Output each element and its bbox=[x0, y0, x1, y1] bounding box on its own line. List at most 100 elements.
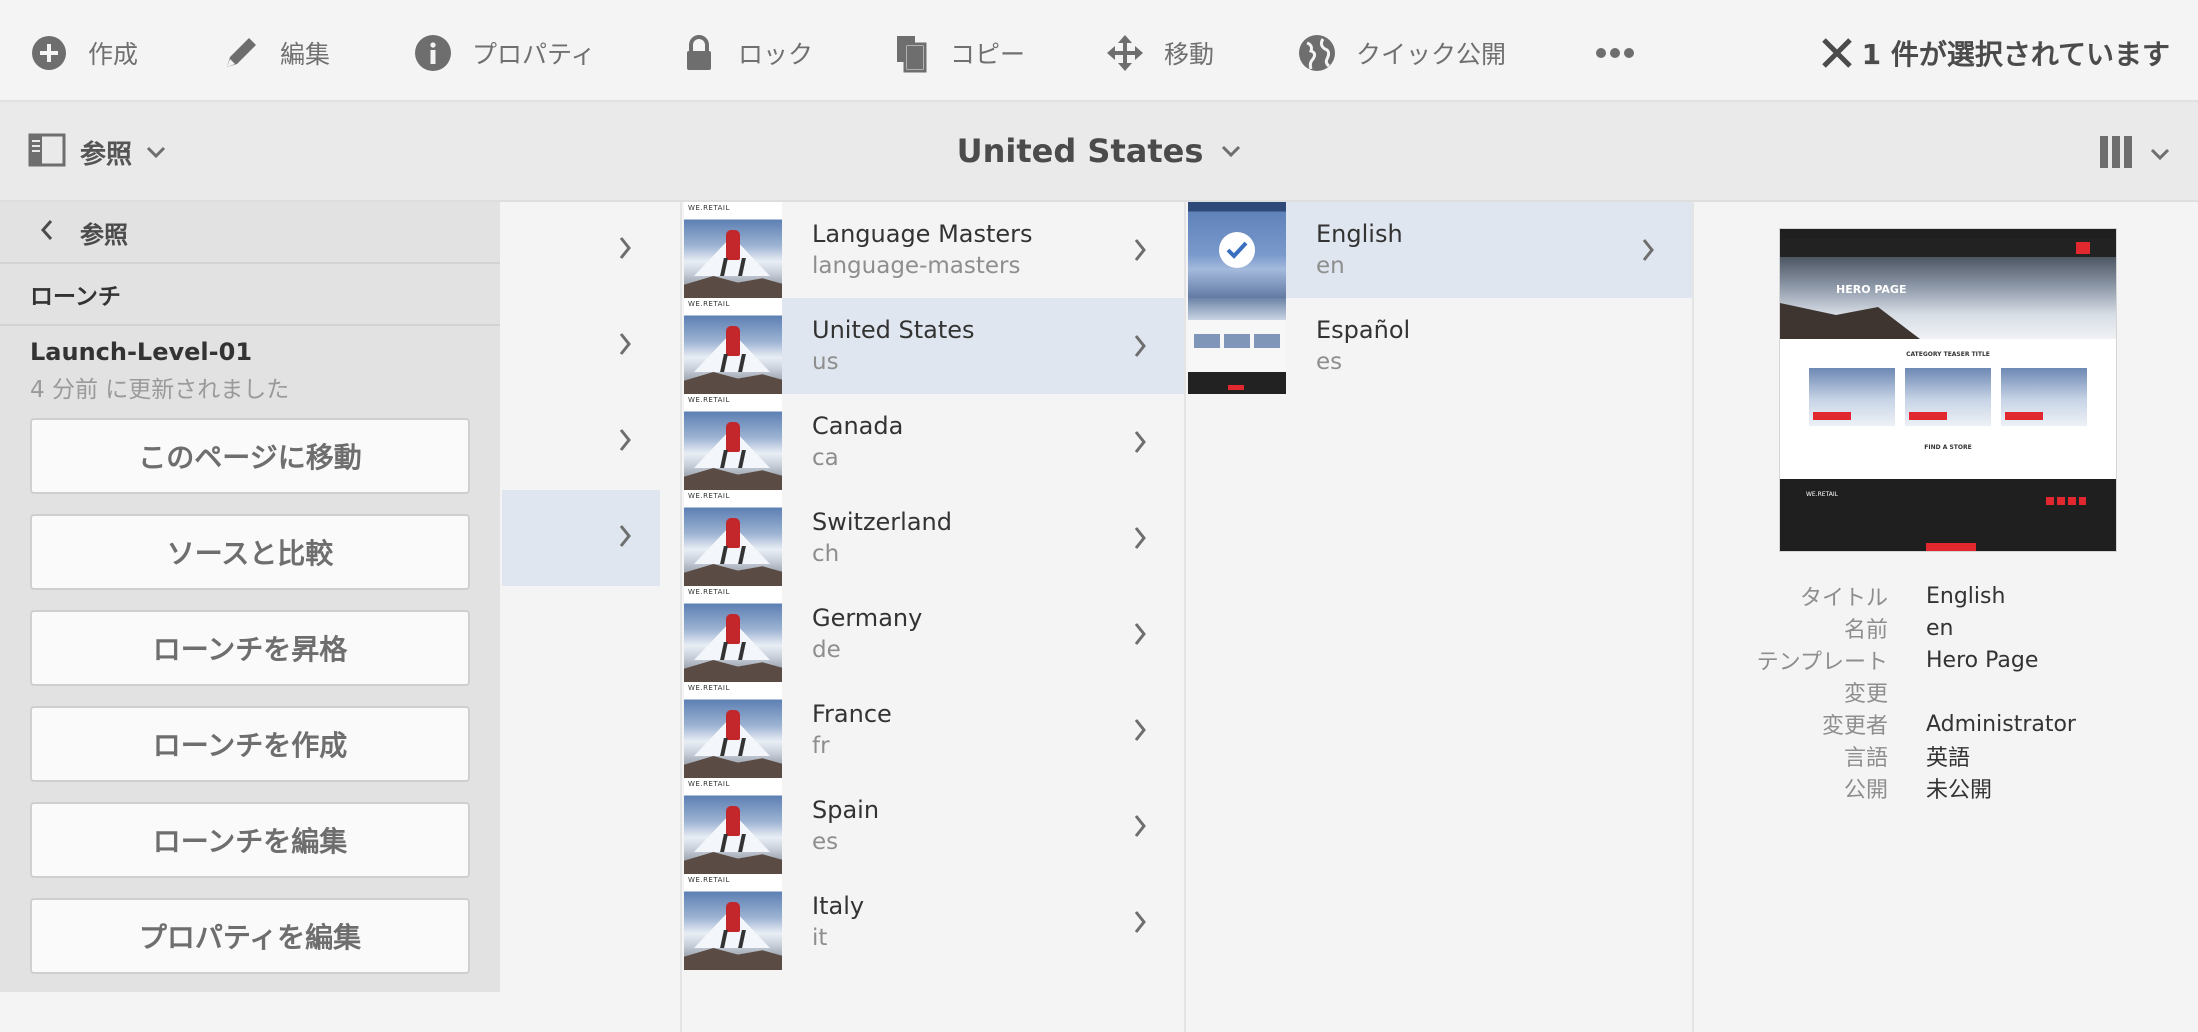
quick-publish-button[interactable]: クイック公開 bbox=[1296, 30, 1506, 76]
preview-store-title: FIND A STORE bbox=[1924, 444, 1972, 451]
move-label: 移動 bbox=[1164, 40, 1215, 69]
chevron-down-icon bbox=[1221, 142, 1241, 161]
list-item-language-masters[interactable]: WE.RETAIL Language Masters language-maste… bbox=[684, 202, 1184, 298]
item-title: Germany bbox=[812, 604, 923, 632]
rail-back-label: 参照 bbox=[80, 220, 128, 249]
thumbnail-brand: WE.RETAIL bbox=[688, 396, 730, 404]
move-button[interactable]: 移動 bbox=[1104, 30, 1214, 76]
meta-key: 変更者 bbox=[1821, 714, 1888, 739]
create-launch-button[interactable]: ローンチを作成 bbox=[30, 706, 470, 782]
pencil-icon bbox=[220, 32, 262, 74]
edit-button[interactable]: 編集 bbox=[220, 30, 330, 76]
chevron-right-icon bbox=[618, 236, 632, 264]
create-label: 作成 bbox=[88, 40, 139, 69]
list-item-spain[interactable]: WE.RETAIL Spain es bbox=[684, 778, 1184, 874]
column-1 bbox=[502, 202, 682, 1032]
thumbnail-brand: WE.RETAIL bbox=[688, 204, 730, 212]
lock-icon bbox=[678, 32, 720, 74]
item-title: France bbox=[812, 700, 892, 728]
item-title: Español bbox=[1316, 316, 1411, 344]
chevron-right-icon bbox=[618, 524, 632, 552]
meta-key: テンプレート bbox=[1756, 650, 1888, 675]
close-icon[interactable] bbox=[1818, 34, 1856, 72]
meta-key: 言語 bbox=[1843, 746, 1888, 771]
edit-properties-button[interactable]: プロパティを編集 bbox=[30, 898, 470, 974]
view-switcher[interactable] bbox=[2098, 134, 2170, 174]
lock-button[interactable]: ロック bbox=[678, 30, 813, 76]
globe-icon bbox=[1296, 32, 1338, 74]
column-1-item-active[interactable] bbox=[502, 490, 660, 586]
thumbnail-brand: WE.RETAIL bbox=[688, 876, 730, 884]
left-rail: 参照 ローンチ Launch-Level-01 4 分前 に更新されました この… bbox=[0, 202, 500, 992]
page-thumbnail: WE.RETAIL bbox=[684, 874, 782, 970]
list-item-italy[interactable]: WE.RETAIL Italy it bbox=[684, 874, 1184, 970]
more-icon bbox=[1594, 32, 1636, 74]
item-name: es bbox=[1316, 349, 1343, 375]
properties-label: プロパティ bbox=[472, 40, 596, 69]
meta-value: 未公開 bbox=[1926, 778, 1993, 803]
page-thumbnail: WE.RETAIL bbox=[684, 202, 782, 298]
secondary-bar: 参照 United States bbox=[0, 102, 2198, 202]
meta-row-modified: 変更 bbox=[1696, 676, 2198, 708]
promote-launch-button[interactable]: ローンチを昇格 bbox=[30, 610, 470, 686]
meta-key: タイトル bbox=[1799, 586, 1888, 611]
item-title: United States bbox=[812, 316, 975, 344]
column-2: WE.RETAIL Language Masters language-maste… bbox=[684, 202, 1186, 1032]
go-to-page-button[interactable]: このページに移動 bbox=[30, 418, 470, 494]
list-item-english[interactable]: English en bbox=[1188, 202, 1692, 298]
list-item-germany[interactable]: WE.RETAIL Germany de bbox=[684, 586, 1184, 682]
create-button[interactable]: 作成 bbox=[28, 30, 138, 76]
column-1-item[interactable] bbox=[502, 202, 660, 298]
thumbnail-brand: WE.RETAIL bbox=[688, 492, 730, 500]
copy-button[interactable]: コピー bbox=[890, 30, 1025, 76]
list-item-france[interactable]: WE.RETAIL France fr bbox=[684, 682, 1184, 778]
compare-source-button[interactable]: ソースと比較 bbox=[30, 514, 470, 590]
edit-label: 編集 bbox=[280, 40, 331, 69]
chevron-right-icon bbox=[1120, 910, 1160, 934]
edit-launch-button[interactable]: ローンチを編集 bbox=[30, 802, 470, 878]
page-thumbnail bbox=[1188, 202, 1286, 298]
list-item-united-states[interactable]: WE.RETAIL United States us bbox=[684, 298, 1184, 394]
properties-button[interactable]: プロパティ bbox=[412, 30, 596, 76]
meta-value: Hero Page bbox=[1926, 647, 2039, 673]
item-title: English bbox=[1316, 220, 1403, 248]
lock-label: ロック bbox=[738, 40, 814, 69]
page-title: United States bbox=[956, 132, 1204, 170]
page-thumbnail: WE.RETAIL bbox=[684, 394, 782, 490]
list-item-canada[interactable]: WE.RETAIL Canada ca bbox=[684, 394, 1184, 490]
meta-value: Administrator bbox=[1926, 711, 2076, 737]
thumbnail-brand: WE.RETAIL bbox=[688, 780, 730, 788]
rail-back-button[interactable]: 参照 bbox=[0, 202, 500, 264]
item-name: fr bbox=[812, 733, 830, 759]
page-title-dropdown[interactable]: United States bbox=[0, 132, 2198, 170]
meta-value: 英語 bbox=[1926, 746, 1971, 771]
action-bar: 作成 編集 プロパティ ロック コピー 移動 クイック公開 1 件が選択されてい… bbox=[0, 0, 2198, 102]
meta-key: 名前 bbox=[1843, 618, 1888, 643]
item-name: ca bbox=[812, 445, 839, 471]
chevron-right-icon bbox=[1120, 238, 1160, 262]
column-3: English en Español es bbox=[1188, 202, 1694, 1032]
page-preview: HERO PAGE CATEGORY TEASER TITLE FIND A S… bbox=[1779, 228, 2117, 552]
list-item-switzerland[interactable]: WE.RETAIL Switzerland ch bbox=[684, 490, 1184, 586]
thumbnail-brand: WE.RETAIL bbox=[688, 684, 730, 692]
item-title: Italy bbox=[812, 892, 865, 920]
item-title: Canada bbox=[812, 412, 904, 440]
meta-value: en bbox=[1926, 615, 1954, 641]
meta-row-title: タイトル English bbox=[1696, 580, 2198, 612]
quick-publish-label: クイック公開 bbox=[1356, 40, 1507, 69]
preview-category-title: CATEGORY TEASER TITLE bbox=[1906, 351, 1990, 358]
page-metadata: タイトル English 名前 en テンプレート Hero Page 変更 変更者 A… bbox=[1696, 580, 2198, 804]
preview-footer-brand: WE.RETAIL bbox=[1806, 491, 1839, 498]
more-button[interactable] bbox=[1594, 30, 1654, 76]
list-item-espanol[interactable]: Español es bbox=[1188, 298, 1692, 394]
column-1-item[interactable] bbox=[502, 298, 660, 394]
add-circle-icon bbox=[28, 32, 70, 74]
checkmark-icon[interactable] bbox=[1219, 232, 1255, 268]
selection-count-text: 1 件が選択されています bbox=[1861, 38, 2170, 71]
copy-icon bbox=[890, 32, 932, 74]
item-title: Language Masters bbox=[812, 220, 1033, 248]
item-title: Spain bbox=[812, 796, 880, 824]
thumbnail-brand: WE.RETAIL bbox=[688, 300, 730, 308]
column-1-item[interactable] bbox=[502, 394, 660, 490]
meta-value: English bbox=[1926, 583, 2006, 609]
